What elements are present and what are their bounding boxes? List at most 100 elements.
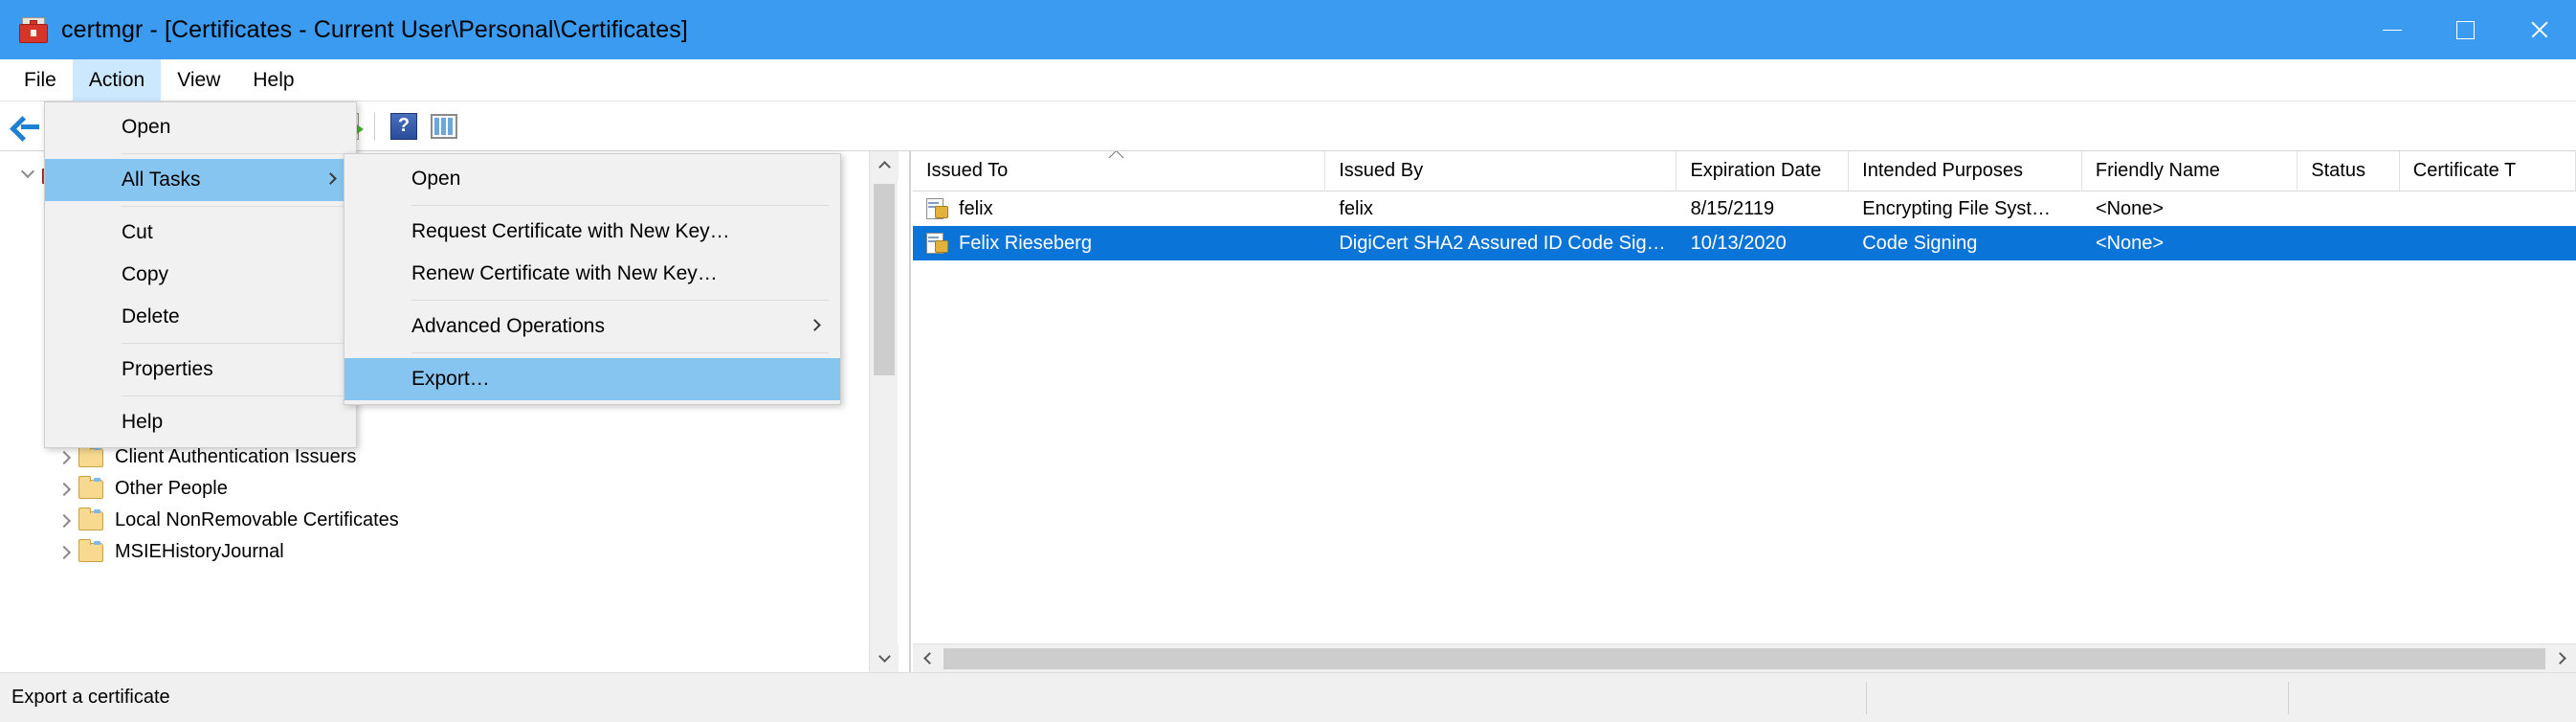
column-header-friendly-name[interactable]: Friendly Name	[2082, 151, 2298, 191]
certificate-manager-icon	[19, 15, 48, 44]
action-dropdown-menu[interactable]: Open All Tasks Cut Copy Delete Propertie…	[44, 102, 357, 448]
folder-icon	[78, 507, 103, 530]
chevron-right-icon	[809, 319, 821, 331]
certmgr-window: certmgr - [Certificates - Current User\P…	[0, 0, 2576, 722]
menu-item-cut[interactable]: Cut	[45, 212, 356, 254]
tree-item-label: Local NonRemovable Certificates	[115, 509, 399, 530]
chevron-left-icon	[922, 652, 936, 665]
minimize-icon	[2382, 29, 2402, 31]
cell-intended-purposes: Encrypting File Syst…	[1862, 197, 2051, 219]
toolbar-help-button[interactable]: ?	[386, 108, 422, 145]
tree-expander[interactable]	[50, 513, 78, 528]
submenu-item-request-certificate-with-new-key[interactable]: Request Certificate with New Key…	[344, 211, 840, 253]
help-icon: ?	[390, 112, 417, 140]
column-header-certificate-template[interactable]: Certificate T	[2400, 151, 2576, 191]
tree-node-msiehistoryjournal[interactable]: MSIEHistoryJournal	[0, 536, 909, 568]
column-header-expiration-date[interactable]: Expiration Date	[1677, 151, 1850, 191]
menu-separator	[411, 205, 829, 206]
menu-file[interactable]: File	[8, 59, 73, 102]
column-header-status[interactable]: Status	[2298, 151, 2400, 191]
menu-item-open[interactable]: Open	[45, 106, 356, 148]
menu-action[interactable]: Action	[72, 58, 162, 102]
cell-expiration-date: 8/15/2119	[1690, 197, 1775, 219]
cell-issued-to: felix	[913, 198, 1325, 220]
maximize-button[interactable]	[2429, 0, 2502, 59]
chevron-up-icon	[877, 161, 891, 173]
column-header-issued-by[interactable]: Issued By	[1325, 151, 1677, 191]
table-row[interactable]: Felix Rieseberg DigiCert SHA2 Assured ID…	[913, 226, 2576, 260]
cell-issued-to: Felix Rieseberg	[913, 233, 1325, 255]
tree-expander[interactable]	[50, 482, 78, 496]
status-text: Export a certificate	[11, 687, 170, 708]
scrollbar-thumb[interactable]	[874, 184, 895, 375]
menu-separator	[411, 352, 829, 353]
all-tasks-submenu[interactable]: Open Request Certificate with New Key… R…	[344, 153, 841, 405]
column-label: Expiration Date	[1690, 160, 1822, 181]
chevron-right-icon	[2553, 652, 2566, 665]
column-label: Certificate T	[2412, 160, 2517, 181]
scrollbar-thumb[interactable]	[944, 647, 2545, 669]
menu-separator	[122, 395, 344, 396]
menu-separator	[122, 343, 344, 344]
scroll-down-button[interactable]	[870, 643, 899, 672]
submenu-item-renew-certificate-with-new-key[interactable]: Renew Certificate with New Key…	[344, 253, 840, 295]
menu-item-label: Advanced Operations	[411, 315, 605, 337]
cell-issued-by: felix	[1339, 197, 1373, 219]
toolbar-columns-button[interactable]	[426, 108, 462, 145]
menu-separator	[122, 153, 344, 154]
cell-text: Felix Rieseberg	[959, 232, 1092, 254]
toolbar-back-button[interactable]	[10, 108, 46, 145]
menu-item-label: All Tasks	[122, 169, 201, 191]
certificate-icon	[926, 198, 949, 219]
cell-text: felix	[959, 197, 993, 219]
submenu-item-export[interactable]: Export…	[344, 358, 840, 400]
list-column-headers: Issued To Issued By Expiration Date Inte…	[913, 151, 2576, 192]
column-header-issued-to[interactable]: Issued To	[913, 151, 1326, 191]
column-header-intended-purposes[interactable]: Intended Purposes	[1849, 151, 2082, 191]
menu-item-properties[interactable]: Properties	[45, 349, 356, 391]
menu-item-delete[interactable]: Delete	[45, 296, 356, 338]
chevron-right-icon	[324, 172, 337, 185]
certificate-list-pane: Issued To Issued By Expiration Date Inte…	[913, 151, 2576, 672]
tree-node-other-people[interactable]: Other People	[0, 473, 909, 505]
certificate-icon	[926, 233, 949, 254]
menu-help[interactable]: Help	[236, 59, 310, 102]
menu-view[interactable]: View	[161, 59, 236, 102]
toolbar-separator-3	[374, 111, 375, 141]
column-label: Friendly Name	[2095, 160, 2220, 181]
tree-node-local-nonremovable-certificates[interactable]: Local NonRemovable Certificates	[0, 505, 909, 536]
cell-expiration-date: 10/13/2020	[1690, 232, 1787, 254]
tree-expander[interactable]	[50, 450, 78, 464]
tree-item-label: MSIEHistoryJournal	[115, 541, 284, 562]
menu-bar: File Action View Help	[0, 58, 2576, 102]
folder-icon	[78, 443, 103, 467]
menu-item-all-tasks[interactable]: All Tasks	[45, 159, 356, 201]
toolbar: ?	[0, 102, 2576, 151]
submenu-item-advanced-operations[interactable]: Advanced Operations	[344, 305, 840, 348]
submenu-item-open[interactable]: Open	[344, 158, 840, 200]
maximize-icon	[2456, 20, 2475, 39]
column-label: Status	[2311, 160, 2365, 181]
menu-item-help[interactable]: Help	[45, 401, 356, 443]
tree-vertical-scrollbar[interactable]	[869, 151, 899, 672]
list-horizontal-scrollbar[interactable]	[913, 643, 2576, 672]
certificate-rows: felix felix 8/15/2119 Encrypting File Sy…	[913, 192, 2576, 260]
column-label: Intended Purposes	[1862, 160, 2024, 181]
tree-expander[interactable]	[13, 164, 42, 178]
scroll-up-button[interactable]	[870, 151, 899, 180]
scroll-left-button[interactable]	[913, 644, 942, 673]
menu-separator	[411, 300, 829, 301]
status-divider-2	[2288, 681, 2289, 714]
title-bar: certmgr - [Certificates - Current User\P…	[0, 0, 2576, 59]
menu-item-copy[interactable]: Copy	[45, 254, 356, 296]
column-label: Issued To	[926, 160, 1009, 181]
table-row[interactable]: felix felix 8/15/2119 Encrypting File Sy…	[913, 192, 2576, 226]
minimize-button[interactable]	[2355, 0, 2429, 59]
cell-intended-purposes: Code Signing	[1862, 232, 1978, 254]
close-button[interactable]	[2502, 0, 2576, 59]
scroll-right-button[interactable]	[2547, 644, 2576, 673]
columns-icon	[431, 113, 457, 139]
window-title: certmgr - [Certificates - Current User\P…	[61, 15, 688, 43]
folder-icon	[78, 538, 103, 562]
tree-expander[interactable]	[50, 545, 78, 559]
